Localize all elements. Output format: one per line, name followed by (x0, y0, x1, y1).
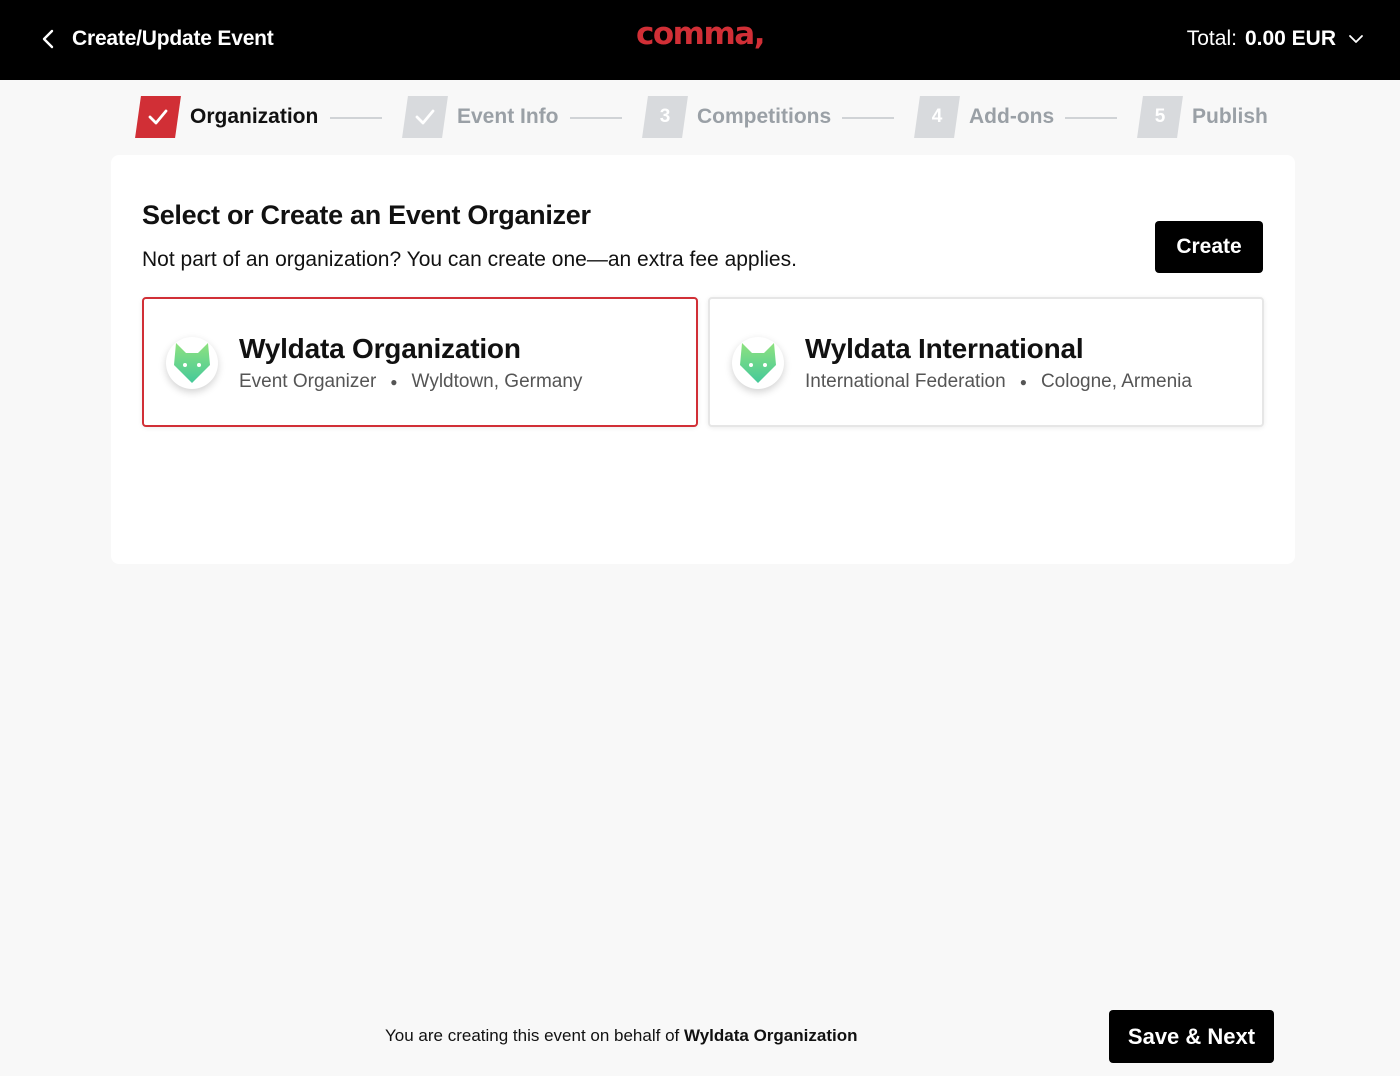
step-add-ons[interactable]: 4 Add-ons (917, 96, 1054, 138)
progress-stepper: Organization Event Info 3 Competitions 4… (0, 80, 1400, 154)
behalf-note: You are creating this event on behalf of… (385, 1026, 857, 1046)
step-label: Publish (1192, 105, 1268, 128)
separator-dot: ● (1019, 375, 1027, 389)
org-role: Event Organizer (239, 371, 377, 392)
step-label: Organization (190, 105, 319, 128)
behalf-note-prefix: You are creating this event on behalf of (385, 1026, 680, 1045)
section-subtitle: Not part of an organization? You can cre… (142, 248, 797, 271)
chevron-left-icon (42, 29, 54, 49)
total-label: Total: (1186, 27, 1237, 50)
fox-logo-icon (740, 343, 776, 383)
org-name: Wyldata Organization (239, 333, 521, 364)
step-number: 3 (659, 106, 671, 127)
step-label: Add-ons (969, 105, 1055, 128)
org-location: Wyldtown, Germany (411, 371, 583, 392)
step-number: 4 (931, 106, 943, 127)
org-option-wyldata-organization[interactable]: Wyldata Organization Event Organizer ● W… (142, 297, 698, 427)
step-badge: 3 (645, 96, 685, 138)
step-organization[interactable]: Organization (138, 96, 318, 138)
org-name: Wyldata International (805, 333, 1084, 364)
page-title: Create/Update Event (72, 27, 274, 50)
step-number: 5 (1154, 106, 1166, 127)
step-publish[interactable]: 5 Publish (1140, 96, 1268, 138)
step-badge (138, 96, 178, 138)
step-connector (1065, 117, 1117, 119)
step-label: Event Info (457, 105, 559, 128)
fox-logo-icon (174, 343, 210, 383)
org-option-wyldata-international[interactable]: Wyldata International International Fede… (708, 297, 1264, 427)
logo-text: comma, (636, 16, 765, 52)
total-dropdown[interactable]: Total: 0.00 EUR (1187, 24, 1364, 54)
step-label: Competitions (697, 105, 832, 128)
chevron-down-icon (1349, 35, 1363, 43)
create-button[interactable]: Create (1155, 221, 1263, 273)
step-event-info[interactable]: Event Info (405, 96, 559, 138)
step-connector (842, 117, 894, 119)
checkmark-icon (148, 109, 168, 125)
step-connector (570, 117, 622, 119)
avatar (166, 337, 218, 389)
back-button[interactable]: Create/Update Event (40, 22, 274, 56)
org-role: International Federation (805, 371, 1006, 392)
avatar (732, 337, 784, 389)
top-bar: Create/Update Event comma, Total: 0.00 E… (0, 0, 1400, 80)
section-heading: Select or Create an Event Organizer (142, 200, 591, 230)
checkmark-icon (415, 109, 435, 125)
org-meta: Event Organizer ● Wyldtown, Germany (239, 371, 582, 393)
org-meta: International Federation ● Cologne, Arme… (805, 371, 1192, 393)
save-next-button[interactable]: Save & Next (1109, 1010, 1274, 1063)
behalf-note-org: Wyldata Organization (683, 1026, 858, 1045)
separator-dot: ● (390, 375, 398, 389)
step-badge (405, 96, 445, 138)
step-competitions[interactable]: 3 Competitions (645, 96, 831, 138)
step-badge: 5 (1140, 96, 1180, 138)
step-connector (330, 117, 382, 119)
step-badge: 4 (917, 96, 957, 138)
org-location: Cologne, Armenia (1040, 371, 1192, 392)
organizer-card: Select or Create an Event Organizer Not … (111, 155, 1295, 564)
total-amount: 0.00 EUR (1244, 27, 1336, 50)
